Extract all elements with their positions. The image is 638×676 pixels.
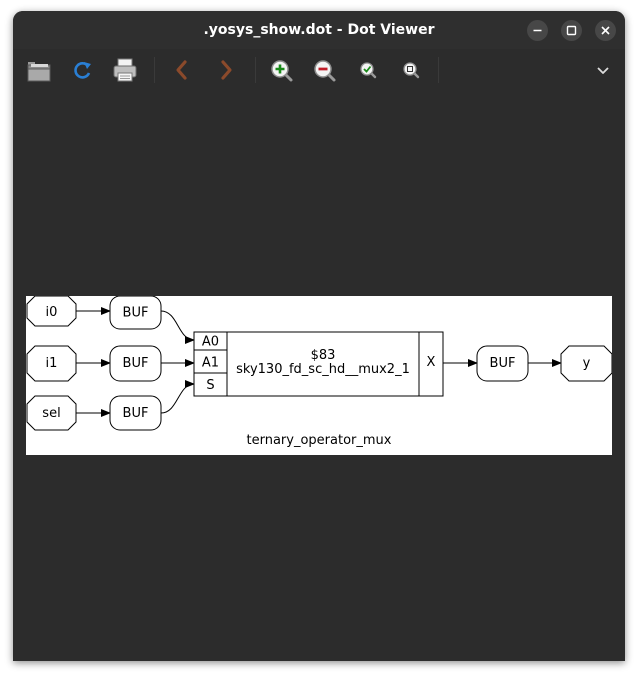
maximize-button[interactable] [561,20,582,41]
buf-label-i0: BUF [123,306,149,321]
output-label-y: y [583,356,591,371]
buf-label-i1: BUF [123,356,149,371]
buf-node-out[interactable]: BUF [476,345,529,382]
open-button[interactable] [22,55,54,85]
cell-type: sky130_fd_sc_hd__mux2_1 [236,362,410,377]
print-button[interactable] [109,55,141,85]
buf-label-out: BUF [490,356,516,371]
zoom-100-button[interactable] [395,55,427,85]
port-a0: A0 [202,335,219,350]
zoom-100-icon [403,62,420,79]
title-bar[interactable]: .yosys_show.dot - Dot Viewer [13,11,625,49]
edge-buf-a0 [160,310,195,344]
cell-id: $83 [311,348,336,363]
zoom-in-icon [271,60,293,82]
port-x: X [427,355,436,370]
module-name-label: ternary_operator_mux [247,433,392,448]
reload-icon [74,62,91,79]
chevron-down-icon [597,67,609,74]
minimize-icon [533,29,542,32]
reload-button[interactable] [66,55,98,85]
dot-viewer-window: .yosys_show.dot - Dot Viewer i0 i1 sel B… [13,11,625,661]
chevron-right-icon [221,60,232,80]
toolbar-separator [255,57,256,83]
graph-canvas[interactable]: i0 i1 sel BUF BUF BUF A0 A1 S $83 sky130… [13,93,625,661]
output-node-y[interactable]: y [560,345,613,382]
toolbar [13,49,625,93]
minimize-button[interactable] [527,20,548,41]
close-button[interactable] [595,20,616,41]
buf-node-i1[interactable]: BUF [109,345,162,382]
input-node-i1[interactable]: i1 [26,345,77,382]
input-label-i1: i1 [46,356,58,371]
input-node-sel[interactable]: sel [26,395,77,431]
buf-label-sel: BUF [123,406,149,421]
printer-icon [113,58,137,82]
input-node-i0[interactable]: i0 [26,295,77,327]
chevron-left-icon [176,60,187,80]
menu-button[interactable] [587,55,619,85]
buf-node-i0[interactable]: BUF [109,295,162,330]
graph-view[interactable]: i0 i1 sel BUF BUF BUF A0 A1 S $83 sky130… [26,295,613,455]
toolbar-separator [154,57,155,83]
zoom-out-button[interactable] [308,55,340,85]
zoom-fit-icon [360,62,377,79]
zoom-in-button[interactable] [265,55,297,85]
port-a1: A1 [202,356,219,371]
input-label-sel: sel [42,406,60,421]
zoom-out-icon [314,60,336,82]
back-button[interactable] [165,55,197,85]
toolbar-separator [438,57,439,83]
maximize-icon [566,25,577,36]
port-s: S [206,378,214,393]
buf-node-sel[interactable]: BUF [109,395,162,431]
input-label-i0: i0 [46,305,58,320]
zoom-fit-button[interactable] [352,55,384,85]
forward-button[interactable] [210,55,242,85]
mux-cell[interactable]: A0 A1 S $83 sky130_fd_sc_hd__mux2_1 X [193,331,444,397]
close-icon [601,26,610,35]
folder-icon [27,62,51,82]
edge-buf-s [160,380,195,414]
